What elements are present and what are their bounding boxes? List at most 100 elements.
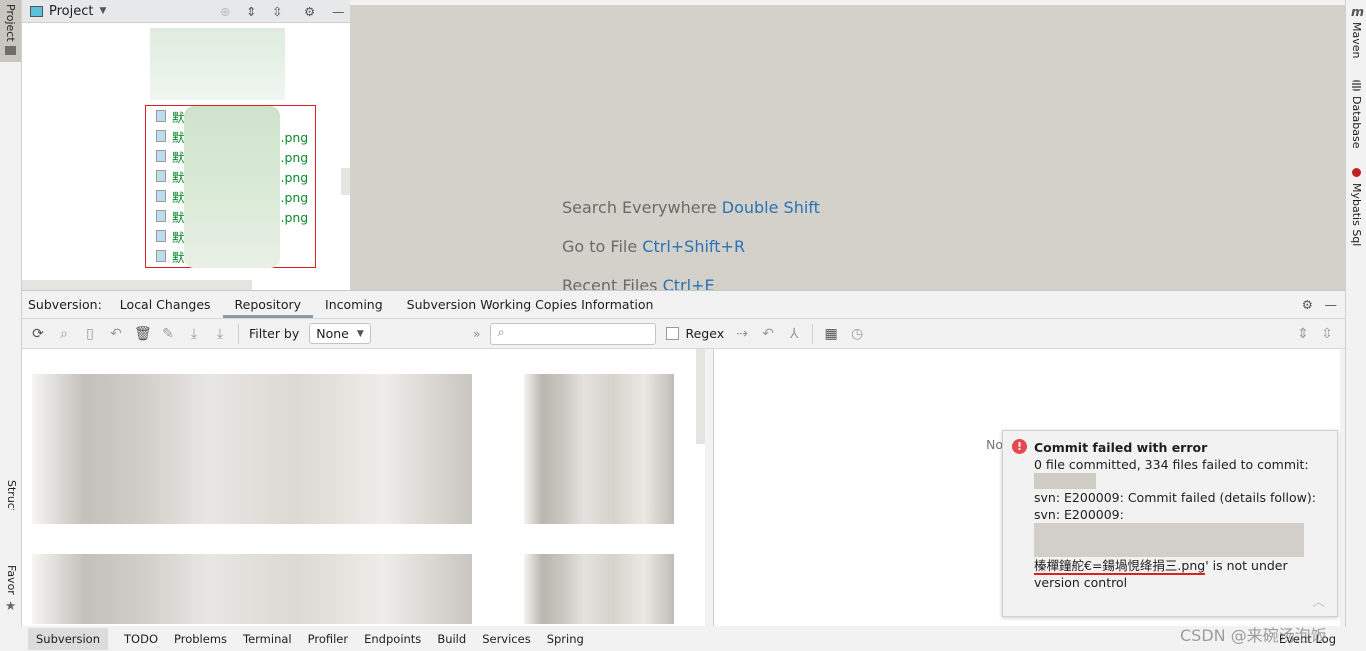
project-panel: Project ▼ ⊕ ⇕ ⇳ ⚙ — 默 默 .png 默 .png 默 .p…	[22, 0, 350, 290]
filter-dropdown[interactable]: None ▼	[309, 323, 371, 344]
chevron-down-icon[interactable]: ▼	[99, 6, 106, 16]
image-file-icon	[156, 150, 166, 162]
project-tab-label: Project	[4, 4, 17, 42]
list-scrollbar[interactable]	[696, 349, 705, 444]
browse-changes-icon[interactable]: ⌕	[56, 326, 72, 342]
minimize-icon[interactable]: —	[1325, 297, 1338, 312]
tool-build[interactable]: Build	[437, 632, 466, 646]
details-empty-text: No	[986, 437, 1003, 452]
file-item[interactable]: 默 .png	[156, 146, 308, 166]
tool-profiler[interactable]: Profiler	[308, 632, 349, 646]
notification-line: 榛樿鐘舵€=鍚堝悓绛捐三.png' is not under	[1034, 558, 1288, 575]
separator	[812, 323, 814, 344]
collapse-all-icon[interactable]: ⇳	[1319, 326, 1335, 342]
file-item[interactable]: 默	[156, 226, 308, 246]
failed-file-name[interactable]: 榛樿鐘舵€=鍚堝悓绛捐三.png	[1034, 558, 1206, 575]
expand-all-icon[interactable]: ⇕	[246, 4, 256, 19]
collapse-all-icon[interactable]: ⇳	[272, 4, 282, 19]
tab-incoming[interactable]: Incoming	[313, 291, 395, 318]
tab-working-copies-info[interactable]: Subversion Working Copies Information	[395, 291, 666, 318]
blurred-rows	[32, 374, 472, 524]
tab-repository[interactable]: Repository	[222, 291, 314, 318]
database-tool-tab[interactable]: Database	[1350, 96, 1363, 149]
blurred-column	[524, 554, 674, 624]
vertical-scrollbar[interactable]	[341, 168, 350, 195]
image-file-icon	[156, 230, 166, 242]
mybatis-tool-tab[interactable]: Mybatis Sql	[1350, 183, 1363, 246]
tool-problems[interactable]: Problems	[174, 632, 227, 646]
file-item[interactable]: 默 .png	[156, 186, 308, 206]
gear-icon[interactable]: ⚙	[304, 4, 315, 19]
structure-tool-tab[interactable]: Structure	[5, 480, 18, 510]
gear-icon[interactable]: ⚙	[1302, 297, 1313, 312]
notification-line: 0 file committed, 334 files failed to co…	[1034, 457, 1309, 472]
regex-checkbox[interactable]	[666, 327, 680, 340]
left-tool-strip: Project Structure Favorites ★	[0, 0, 22, 627]
maven-tool-tab[interactable]: Maven	[1350, 22, 1363, 58]
refresh-icon[interactable]: ⟳	[30, 326, 46, 342]
edit-icon[interactable]: ✎	[160, 326, 176, 342]
revert-icon[interactable]: ↶	[760, 326, 776, 342]
hint-recent-files: Recent Files Ctrl+E	[562, 276, 715, 290]
chevron-down-icon: ▼	[356, 328, 364, 339]
error-icon: !	[1012, 439, 1027, 454]
notification-line: svn: E200009: Commit failed (details fol…	[1034, 490, 1316, 505]
locate-icon[interactable]: ⊕	[220, 4, 230, 19]
blurred-rows	[32, 554, 472, 624]
file-item[interactable]: 默	[156, 246, 308, 266]
file-item[interactable]: 默 .png	[156, 206, 308, 226]
cherry-pick-icon[interactable]: ⅄	[786, 326, 802, 342]
download-all-icon[interactable]: ⤓	[212, 326, 228, 342]
group-by-icon[interactable]: ▦	[823, 326, 839, 342]
blurred-column	[524, 374, 674, 524]
search-input[interactable]: ⌕	[490, 322, 657, 345]
notification-line: version control	[1034, 575, 1128, 590]
maven-icon: m	[1351, 4, 1365, 19]
history-icon[interactable]: ◷	[849, 326, 865, 342]
create-patch-icon[interactable]: ▯	[82, 326, 98, 342]
blurred-text	[1034, 523, 1304, 557]
favorites-tool-tab[interactable]: Favorites	[5, 565, 18, 595]
tool-spring[interactable]: Spring	[547, 632, 584, 646]
notification-title: Commit failed with error	[1034, 440, 1208, 455]
tool-subversion[interactable]: Subversion	[28, 628, 109, 650]
repository-toolbar: ⟳ ⌕ ▯ ↶ 🗑 ✎ ⤓ ⤓ Filter by None ▼ » ⌕ Rege…	[22, 319, 1345, 349]
tool-todo[interactable]: TODO	[124, 632, 158, 646]
project-panel-header: Project ▼ ⊕ ⇕ ⇳ ⚙ —	[22, 0, 350, 23]
database-icon	[1352, 80, 1361, 91]
notification-line: svn: E200009:	[1034, 507, 1124, 522]
expand-all-icon[interactable]: ⇕	[1295, 326, 1311, 342]
project-view-icon	[30, 5, 43, 17]
image-file-icon	[156, 250, 166, 262]
more-icon[interactable]: »	[473, 326, 481, 341]
download-icon[interactable]: ⤓	[186, 326, 202, 342]
file-item[interactable]: 默 .png	[156, 126, 308, 146]
image-file-icon	[156, 190, 166, 202]
chevron-up-icon[interactable]: ︿	[1312, 593, 1325, 610]
revision-list[interactable]	[22, 349, 705, 626]
editor-empty-area: Search Everywhere Double Shift Go to Fil…	[350, 5, 1345, 290]
image-file-icon	[156, 170, 166, 182]
image-file-icon	[156, 210, 166, 222]
mybatis-icon	[1352, 168, 1361, 177]
star-icon: ★	[5, 598, 17, 613]
watermark: CSDN @来碗汤泡饭	[1180, 626, 1327, 645]
tool-services[interactable]: Services	[482, 632, 531, 646]
blurred-text	[1034, 473, 1096, 489]
minimize-icon[interactable]: —	[332, 4, 345, 19]
project-tool-tab[interactable]: Project	[0, 0, 21, 62]
regex-label: Regex	[685, 326, 725, 341]
merge-icon[interactable]: ⇢	[734, 326, 750, 342]
file-list: 默 默 .png 默 .png 默 .png 默 .png 默 .png 默 默	[156, 106, 308, 266]
project-view-selector[interactable]: Project	[49, 4, 93, 19]
file-item[interactable]: 默	[156, 106, 308, 126]
tool-window-bar: Subversion TODO Problems Terminal Profil…	[22, 627, 1366, 651]
tab-local-changes[interactable]: Local Changes	[108, 291, 223, 318]
revert-icon[interactable]: ↶	[108, 326, 124, 342]
tool-endpoints[interactable]: Endpoints	[364, 632, 421, 646]
tool-window-tabs: Subversion: Local Changes Repository Inc…	[22, 291, 1345, 319]
delete-icon[interactable]: 🗑	[134, 326, 152, 342]
horizontal-scrollbar[interactable]	[22, 280, 252, 290]
tool-terminal[interactable]: Terminal	[243, 632, 292, 646]
file-item[interactable]: 默 .png	[156, 166, 308, 186]
